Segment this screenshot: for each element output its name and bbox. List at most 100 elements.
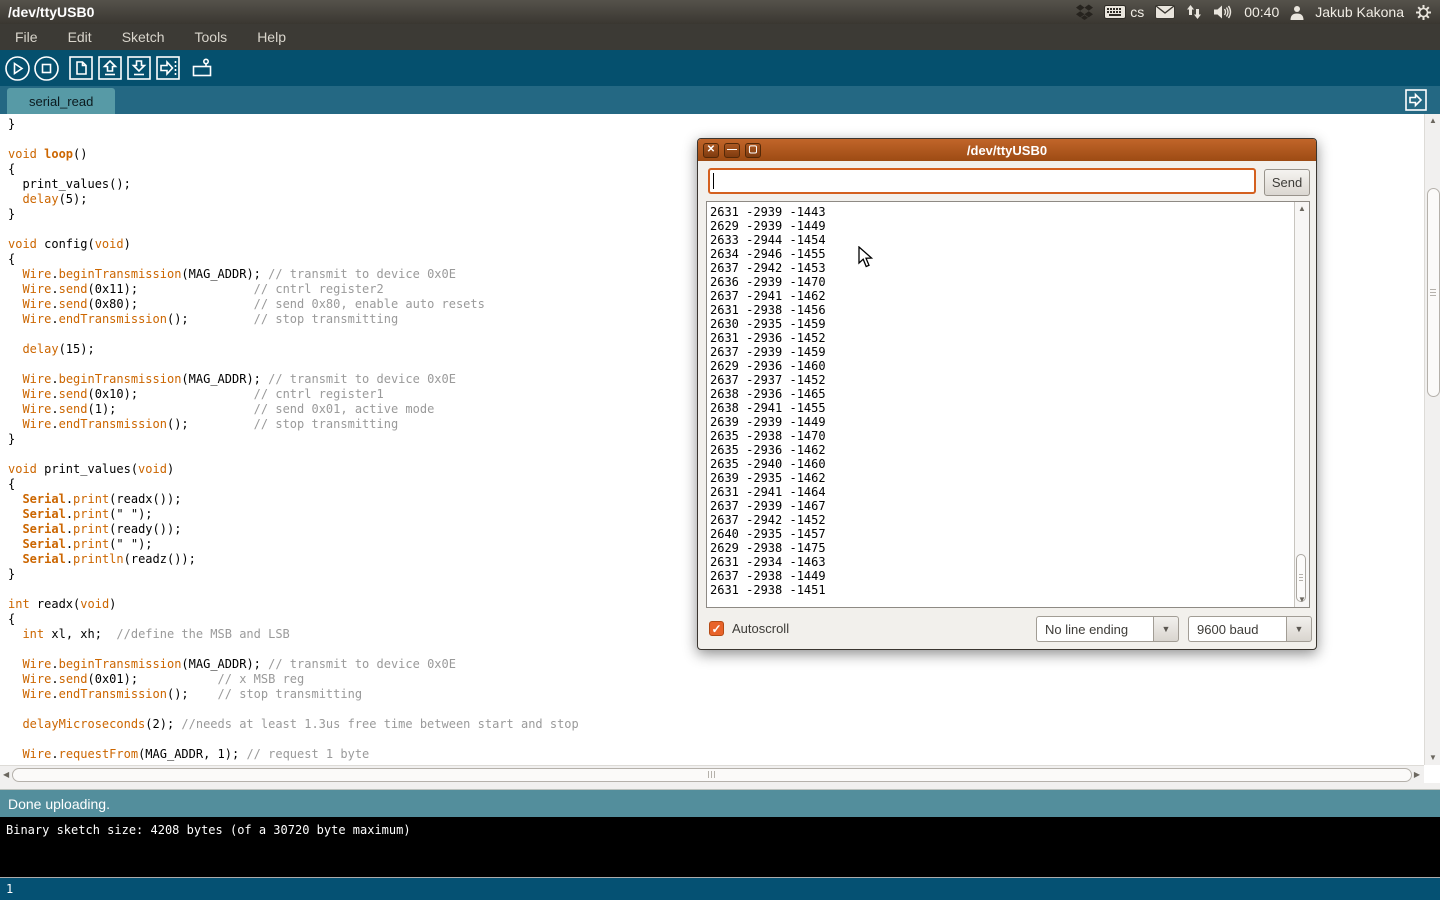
code-line: Wire.endTransmission(); // stop transmit… bbox=[8, 417, 579, 432]
line-ending-dropdown[interactable]: No line ending ▼ bbox=[1036, 616, 1179, 642]
code-lines: }void loop(){ print_values(); delay(5);}… bbox=[8, 117, 579, 762]
code-line: { bbox=[8, 477, 579, 492]
code-line: Wire.send(0x10); // cntrl register1 bbox=[8, 387, 579, 402]
serial-monitor-titlebar[interactable]: /dev/ttyUSB0 ✕ — ▢ bbox=[698, 139, 1316, 161]
code-line: Wire.endTransmission(); // stop transmit… bbox=[8, 312, 579, 327]
mouse-cursor bbox=[858, 246, 874, 274]
top-panel: /dev/ttyUSB0 cs 00:40 Jakub Kakona bbox=[0, 0, 1440, 24]
serial-output[interactable]: 2631 -2939 -14432629 -2939 -14492633 -29… bbox=[706, 201, 1310, 608]
keyboard-layout-label: cs bbox=[1130, 4, 1144, 20]
code-line bbox=[8, 357, 579, 372]
serial-output-lines: 2631 -2939 -14432629 -2939 -14492633 -29… bbox=[710, 205, 1293, 597]
tab-bar: serial_read bbox=[0, 86, 1440, 114]
code-line: int xl, xh; //define the MSB and LSB bbox=[8, 627, 579, 642]
code-line: Serial.print(" "); bbox=[8, 537, 579, 552]
stop-button[interactable] bbox=[33, 55, 60, 82]
serial-output-line: 2634 -2946 -1455 bbox=[710, 247, 1293, 261]
serial-output-line: 2631 -2939 -1443 bbox=[710, 205, 1293, 219]
serial-output-line: 2629 -2936 -1460 bbox=[710, 359, 1293, 373]
save-sketch-button[interactable] bbox=[125, 55, 152, 82]
serial-scrollbar[interactable]: ▲ ▼ bbox=[1294, 202, 1309, 607]
menu-tools[interactable]: Tools bbox=[180, 24, 243, 50]
scroll-down-icon[interactable]: ▼ bbox=[1429, 754, 1437, 762]
serial-output-line: 2637 -2942 -1453 bbox=[710, 261, 1293, 275]
serial-output-line: 2637 -2939 -1467 bbox=[710, 499, 1293, 513]
code-line: Wire.endTransmission(); // stop transmit… bbox=[8, 687, 579, 702]
send-button[interactable]: Send bbox=[1264, 169, 1310, 196]
code-line: Wire.beginTransmission(MAG_ADDR); // tra… bbox=[8, 657, 579, 672]
serial-monitor-button[interactable] bbox=[188, 55, 215, 82]
minimize-icon[interactable]: — bbox=[724, 143, 740, 158]
scroll-up-icon[interactable]: ▲ bbox=[1429, 117, 1437, 125]
code-line: Serial.print(ready()); bbox=[8, 522, 579, 537]
volume-icon[interactable] bbox=[1213, 4, 1233, 20]
menu-edit[interactable]: Edit bbox=[53, 24, 107, 50]
code-line: } bbox=[8, 432, 579, 447]
code-line: delay(15); bbox=[8, 342, 579, 357]
code-line: Wire.send(0x80); // send 0x80, enable au… bbox=[8, 297, 579, 312]
serial-output-line: 2635 -2936 -1462 bbox=[710, 443, 1293, 457]
menubar-items: FileEditSketchToolsHelp bbox=[0, 24, 1440, 50]
clock[interactable]: 00:40 bbox=[1244, 4, 1279, 20]
tab-serial-read[interactable]: serial_read bbox=[7, 88, 115, 114]
toolbar bbox=[0, 50, 1440, 86]
serial-output-line: 2631 -2936 -1452 bbox=[710, 331, 1293, 345]
scroll-left-icon[interactable]: ◀ bbox=[3, 771, 9, 779]
status-bar: Done uploading. bbox=[0, 789, 1440, 817]
menu-file[interactable]: File bbox=[0, 24, 53, 50]
window-title: /dev/ttyUSB0 bbox=[0, 4, 94, 20]
serial-output-line: 2629 -2939 -1449 bbox=[710, 219, 1293, 233]
maximize-icon[interactable]: ▢ bbox=[745, 143, 761, 158]
editor-horizontal-scrollbar[interactable]: ◀ ▶ bbox=[0, 765, 1424, 783]
serial-output-line: 2637 -2938 -1449 bbox=[710, 569, 1293, 583]
code-line: Wire.requestFrom(MAG_ADDR, 1); // reques… bbox=[8, 747, 579, 762]
send-button-label: Send bbox=[1272, 175, 1302, 190]
scroll-down-icon[interactable]: ▼ bbox=[1298, 596, 1306, 604]
chevron-down-icon[interactable]: ▼ bbox=[1286, 616, 1312, 642]
close-icon[interactable]: ✕ bbox=[703, 143, 719, 158]
keyboard-layout-icon[interactable]: cs bbox=[1104, 4, 1144, 20]
serial-monitor-title: /dev/ttyUSB0 bbox=[698, 143, 1316, 158]
serial-output-line: 2640 -2935 -1457 bbox=[710, 527, 1293, 541]
serial-output-line: 2638 -2936 -1465 bbox=[710, 387, 1293, 401]
network-traffic-icon[interactable] bbox=[1186, 4, 1202, 20]
menu-sketch[interactable]: Sketch bbox=[107, 24, 180, 50]
serial-output-line: 2630 -2935 -1459 bbox=[710, 317, 1293, 331]
scroll-right-icon[interactable]: ▶ bbox=[1414, 771, 1420, 779]
autoscroll-checkbox[interactable]: ✓ bbox=[709, 621, 724, 636]
serial-output-line: 2639 -2939 -1449 bbox=[710, 415, 1293, 429]
code-line: Serial.print(readx()); bbox=[8, 492, 579, 507]
username-label[interactable]: Jakub Kakona bbox=[1315, 4, 1404, 20]
footer-bar: 1 bbox=[0, 878, 1440, 900]
serial-output-line: 2635 -2940 -1460 bbox=[710, 457, 1293, 471]
code-line: } bbox=[8, 567, 579, 582]
session-gear-icon[interactable] bbox=[1415, 4, 1432, 21]
horizontal-scroll-thumb[interactable] bbox=[12, 768, 1412, 782]
editor-vertical-scrollbar[interactable]: ▲ ▼ bbox=[1424, 114, 1440, 765]
scroll-up-icon[interactable]: ▲ bbox=[1298, 205, 1306, 213]
tab-menu-button[interactable] bbox=[1404, 88, 1428, 112]
upload-button[interactable] bbox=[154, 55, 181, 82]
serial-output-line: 2637 -2941 -1462 bbox=[710, 289, 1293, 303]
open-sketch-button[interactable] bbox=[96, 55, 123, 82]
baud-rate-value: 9600 baud bbox=[1188, 616, 1286, 642]
code-line: Wire.beginTransmission(MAG_ADDR); // tra… bbox=[8, 372, 579, 387]
chevron-down-icon[interactable]: ▼ bbox=[1153, 616, 1179, 642]
baud-rate-dropdown[interactable]: 9600 baud ▼ bbox=[1188, 616, 1312, 642]
line-number-indicator: 1 bbox=[6, 882, 13, 896]
serial-output-line: 2637 -2937 -1452 bbox=[710, 373, 1293, 387]
serial-input[interactable] bbox=[708, 168, 1256, 194]
code-line: void config(void) bbox=[8, 237, 579, 252]
new-sketch-button[interactable] bbox=[67, 55, 94, 82]
code-line: print_values(); bbox=[8, 177, 579, 192]
menu-help[interactable]: Help bbox=[242, 24, 301, 50]
serial-monitor-window: /dev/ttyUSB0 ✕ — ▢ Send 2631 -2939 -1443… bbox=[697, 138, 1317, 650]
dropbox-icon[interactable] bbox=[1076, 4, 1093, 20]
code-line: Serial.print(" "); bbox=[8, 507, 579, 522]
mail-icon[interactable] bbox=[1155, 5, 1175, 19]
verify-button[interactable] bbox=[4, 55, 31, 82]
vertical-scroll-thumb[interactable] bbox=[1427, 188, 1440, 397]
code-line: Wire.send(0x11); // cntrl register2 bbox=[8, 282, 579, 297]
code-line: delayMicroseconds(2); //needs at least 1… bbox=[8, 717, 579, 732]
code-line: void loop() bbox=[8, 147, 579, 162]
